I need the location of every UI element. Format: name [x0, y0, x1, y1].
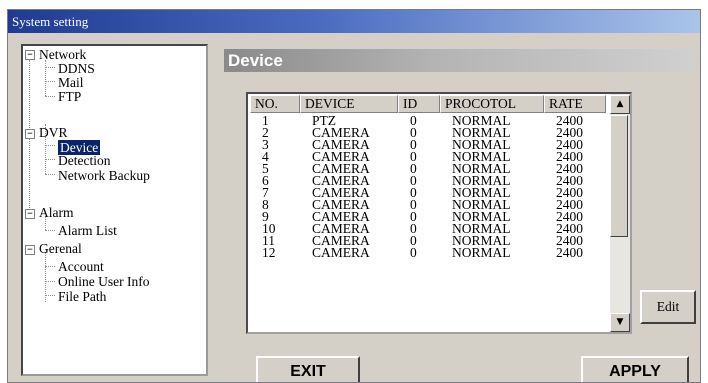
settings-tree: − − − − Network DDNS Mail FTP DVR Device… [21, 44, 208, 376]
alarm-collapse-icon[interactable]: − [25, 209, 35, 219]
window-title: System setting [8, 10, 700, 33]
tree-branch [45, 145, 55, 146]
dvr-collapse-icon[interactable]: − [25, 129, 35, 139]
cell-id: 0 [410, 245, 417, 260]
scroll-up-icon[interactable]: ▲ [610, 95, 630, 114]
table-row[interactable]: 10 CAMERA 0 NORMAL 2400 [248, 222, 608, 236]
general-collapse-icon[interactable]: − [25, 245, 35, 255]
cell-no: 12 [262, 245, 276, 260]
tree-item-ftp[interactable]: FTP [58, 89, 81, 105]
table-row[interactable]: 4 CAMERA 0 NORMAL 2400 [248, 150, 608, 164]
apply-button[interactable]: APPLY [581, 356, 689, 382]
tree-branch [45, 159, 55, 160]
cell-protocol: NORMAL [452, 245, 511, 260]
table-scrollbar[interactable]: ▲ ▼ [610, 94, 630, 332]
table-row[interactable]: 8 CAMERA 0 NORMAL 2400 [248, 198, 608, 212]
tree-item-file-path[interactable]: File Path [58, 289, 106, 305]
column-header-id[interactable]: ID [398, 95, 440, 113]
exit-button[interactable]: EXIT [256, 356, 360, 382]
edit-button[interactable]: Edit [640, 290, 696, 324]
table-row[interactable]: 7 CAMERA 0 NORMAL 2400 [248, 186, 608, 200]
tree-item-online-user-info[interactable]: Online User Info [58, 274, 149, 290]
scroll-thumb[interactable] [610, 115, 628, 237]
tree-branch [45, 266, 55, 267]
tree-branch [45, 281, 55, 282]
tree-branch [45, 96, 55, 97]
network-collapse-icon[interactable]: − [25, 50, 35, 60]
tree-item-account[interactable]: Account [58, 259, 104, 275]
tree-network-line [45, 60, 46, 96]
device-rows: 1 PTZ 0 NORMAL 2400 2 CAMERA 0 NORMAL 2400 3 CAMERA… [248, 114, 608, 260]
column-header-device[interactable]: DEVICE [300, 95, 398, 113]
column-header-protocol[interactable]: PROCOTOL [440, 95, 544, 113]
device-table: NO. DEVICE ID PROCOTOL RATE 1 PTZ 0 NORMAL 2… [246, 92, 632, 334]
tree-branch [45, 81, 55, 82]
tree-item-network-backup[interactable]: Network Backup [58, 168, 150, 184]
tree-item-detection[interactable]: Detection [58, 153, 110, 169]
column-header-no[interactable]: NO. [250, 95, 300, 113]
table-row[interactable]: 2 CAMERA 0 NORMAL 2400 [248, 126, 608, 140]
tree-branch [45, 295, 55, 296]
tree-root-line [29, 60, 30, 218]
column-header-rate[interactable]: RATE [544, 95, 606, 113]
table-row[interactable]: 3 CAMERA 0 NORMAL 2400 [248, 138, 608, 152]
table-row[interactable]: 9 CAMERA 0 NORMAL 2400 [248, 210, 608, 224]
panel-title: Device [224, 49, 694, 72]
table-row[interactable]: 1 PTZ 0 NORMAL 2400 [248, 114, 608, 128]
cell-rate: 2400 [556, 245, 583, 260]
tree-item-alarm-list[interactable]: Alarm List [58, 223, 117, 239]
tree-item-general[interactable]: Gerenal [39, 241, 82, 257]
cell-device: CAMERA [312, 245, 370, 260]
tree-branch [45, 67, 55, 68]
table-row[interactable]: 5 CAMERA 0 NORMAL 2400 [248, 162, 608, 176]
system-setting-window: System setting − − − − Network DDNS Mail… [7, 9, 701, 383]
tree-branch [45, 174, 55, 175]
table-row[interactable]: 12 CAMERA 0 NORMAL 2400 [248, 245, 608, 260]
tree-branch [45, 230, 55, 231]
tree-item-alarm[interactable]: Alarm [39, 205, 74, 221]
scroll-down-icon[interactable]: ▼ [610, 313, 630, 332]
table-row[interactable]: 6 CAMERA 0 NORMAL 2400 [248, 174, 608, 188]
tree-item-dvr[interactable]: DVR [39, 125, 68, 141]
table-row[interactable]: 11 CAMERA 0 NORMAL 2400 [248, 234, 608, 248]
